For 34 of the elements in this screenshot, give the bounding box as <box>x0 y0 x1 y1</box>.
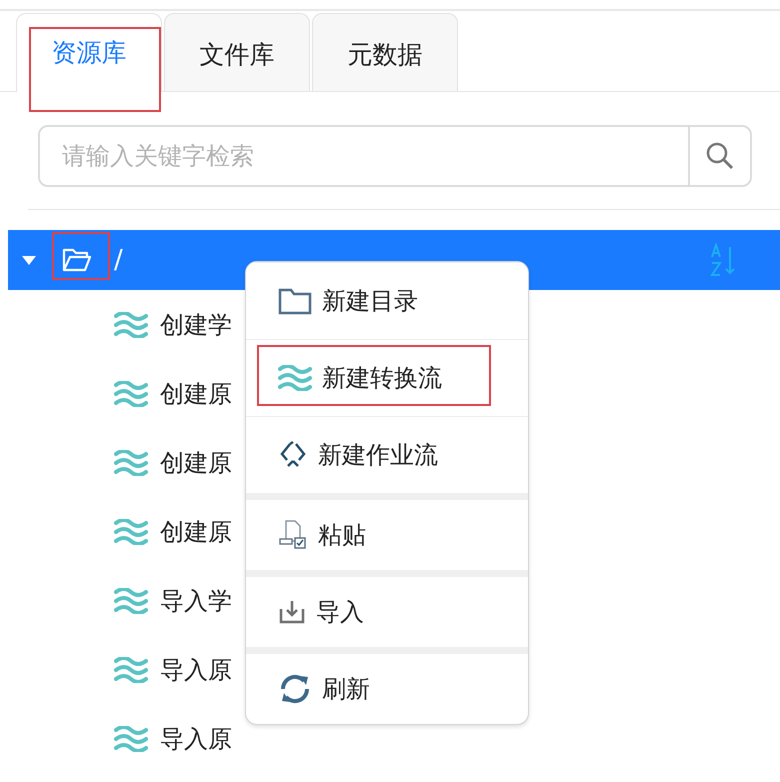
tree-item[interactable]: 导入原 <box>114 704 232 773</box>
menu-item[interactable]: 刷新 <box>246 647 528 724</box>
refresh-icon <box>278 672 312 706</box>
tree-item[interactable]: 导入原 <box>114 635 232 704</box>
menu-item[interactable]: 新建目录 <box>246 262 528 339</box>
menu-item[interactable]: 新建作业流 <box>246 416 528 493</box>
waves-icon <box>114 726 148 752</box>
waves-icon <box>278 365 312 391</box>
waves-icon <box>114 518 148 544</box>
menu-item[interactable]: 导入 <box>246 570 528 647</box>
waves-icon <box>114 588 148 614</box>
folder-icon <box>278 287 312 315</box>
tab[interactable]: 文件库 <box>164 13 310 91</box>
tree-item[interactable]: 导入学 <box>114 566 232 635</box>
tab[interactable]: 资源库 <box>16 13 162 92</box>
tree-item[interactable]: 创建原 <box>114 497 232 566</box>
caret-icon[interactable] <box>22 256 36 264</box>
download-icon <box>278 599 306 625</box>
folder-icon <box>62 248 92 272</box>
waves-icon <box>114 450 148 476</box>
waves-icon <box>114 656 148 682</box>
search-field[interactable]: 请输入关键字检索 <box>38 125 752 187</box>
tree-node-label: / <box>114 245 123 275</box>
tree-item[interactable]: 创建原 <box>114 359 232 428</box>
waves-icon <box>114 312 148 338</box>
paste-icon <box>278 519 308 551</box>
tree-item[interactable]: 创建原 <box>114 428 232 497</box>
menu-item[interactable]: 粘贴 <box>246 493 528 570</box>
tab[interactable]: 元数据 <box>312 13 458 91</box>
tree-item[interactable]: 创建学 <box>114 290 232 359</box>
search-button[interactable] <box>688 127 750 185</box>
waves-icon <box>114 380 148 406</box>
menu-item[interactable]: 新建转换流 <box>246 339 528 416</box>
search-icon <box>705 141 735 171</box>
